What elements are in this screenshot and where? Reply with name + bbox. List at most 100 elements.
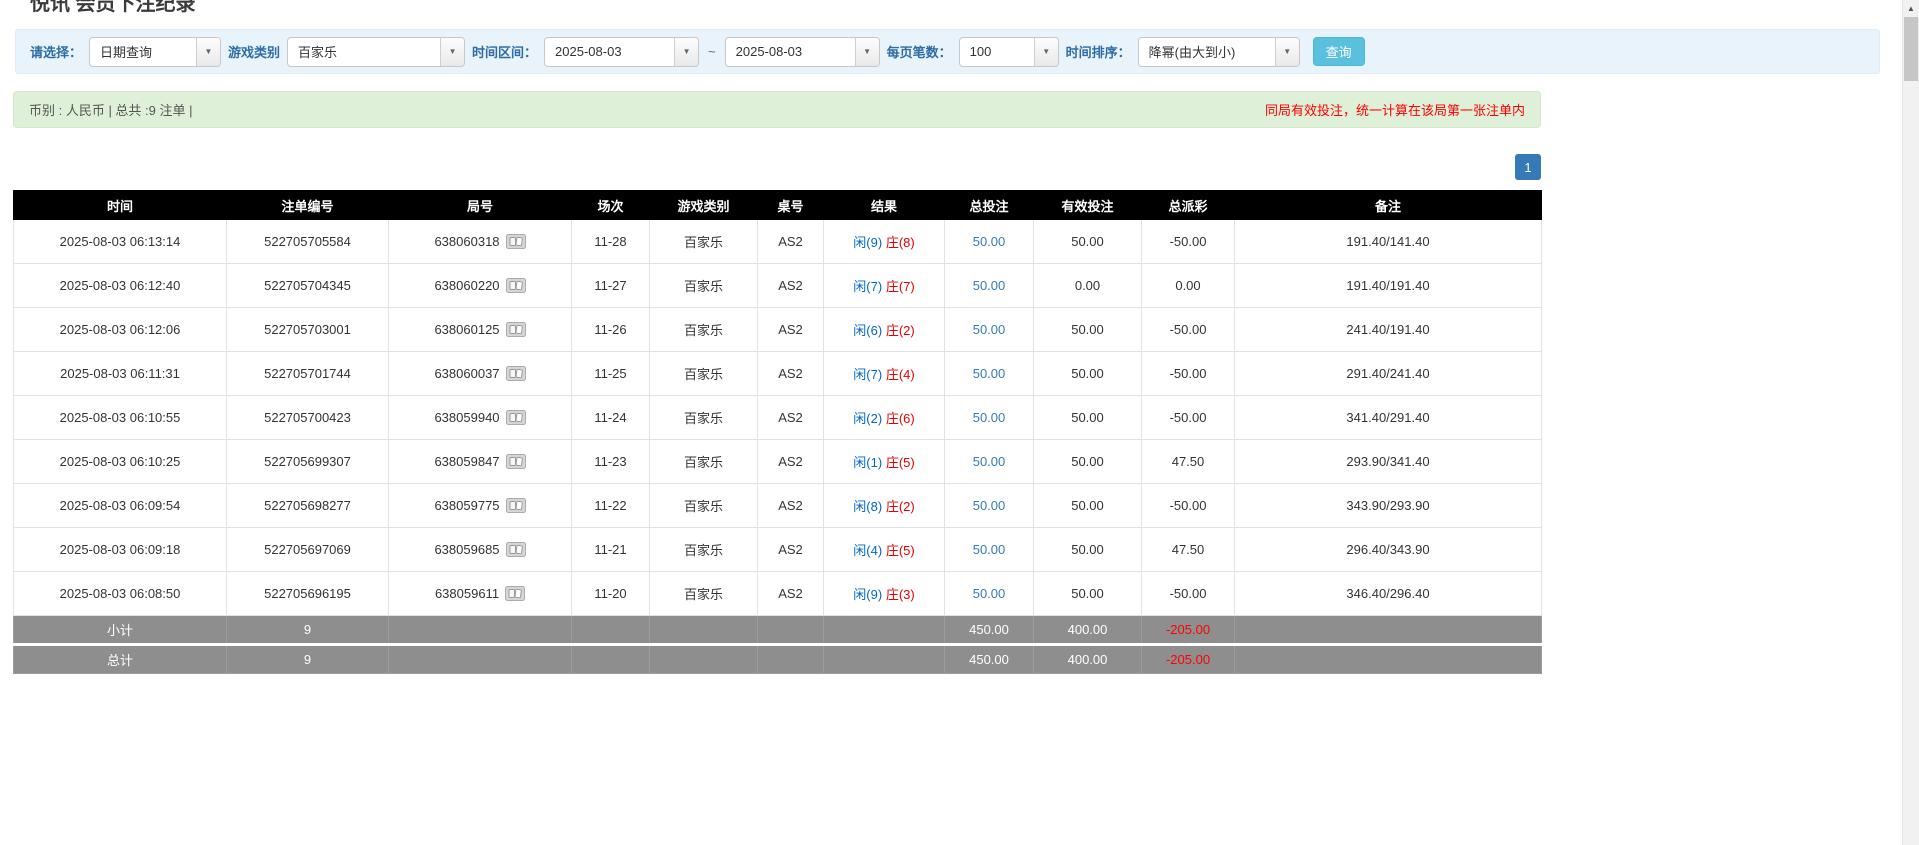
total-bet-link[interactable]: 50.00	[973, 410, 1006, 425]
cell-table-no: AS2	[757, 263, 824, 308]
table-row: 2025-08-03 06:12:40 522705704345 638060220…	[13, 263, 1542, 308]
cell-table-no: AS2	[757, 219, 824, 264]
total-bet-link[interactable]: 50.00	[973, 498, 1006, 513]
chevron-down-icon[interactable]: ▼	[440, 37, 465, 66]
cell-time: 2025-08-03 06:09:54	[13, 483, 227, 528]
round-number: 638060220	[434, 278, 500, 293]
cards-image-icon[interactable]	[505, 234, 526, 249]
total-bet-link[interactable]: 50.00	[973, 586, 1006, 601]
page-button-1[interactable]: 1	[1515, 154, 1541, 180]
cards-image-icon[interactable]	[505, 498, 526, 513]
query-button[interactable]: 查询	[1312, 37, 1365, 66]
cell-payout: 0.00	[1141, 263, 1235, 308]
cell-valid-bet: 50.00	[1033, 351, 1142, 396]
total-bet-link[interactable]: 50.00	[973, 322, 1006, 337]
cards-image-icon[interactable]	[505, 366, 526, 381]
chevron-down-icon[interactable]: ▼	[1274, 37, 1299, 66]
cell-session: 11-20	[571, 571, 650, 616]
per-page-label: 每页笔数：	[886, 45, 952, 60]
cell-bet-id: 522705703001	[226, 307, 389, 352]
result-banker: 庄(2)	[885, 323, 915, 338]
result-player: 闲(7)	[853, 367, 883, 382]
summary-bar: 币别 : 人民币 | 总共 :9 注单 | 同局有效投注，统一计算在该局第一张注…	[13, 91, 1541, 128]
round-number-wrap: 638060037	[434, 366, 526, 381]
footer-cell	[823, 643, 945, 674]
footer-cell	[571, 615, 650, 645]
select-type-label: 请选择：	[30, 45, 83, 60]
vertical-scrollbar[interactable]: ▲	[1902, 0, 1919, 845]
chevron-down-icon[interactable]: ▼	[1033, 37, 1058, 66]
records-table-head-row: 时间 注单编号 局号 场次 游戏类别 桌号 结果 总投注 有效投注 总派彩 备注	[13, 190, 1542, 220]
cell-bet-id: 522705700423	[226, 395, 389, 440]
total-bet-link[interactable]: 50.00	[973, 366, 1006, 381]
result-banker: 庄(7)	[885, 279, 915, 294]
table-row: 2025-08-03 06:08:50 522705696195 638059611…	[13, 571, 1542, 616]
cell-bet-id: 522705701744	[226, 351, 389, 396]
footer-cell	[571, 643, 650, 674]
round-number-wrap: 638060125	[434, 322, 526, 337]
result-player: 闲(8)	[853, 499, 883, 514]
cell-result: 闲(7) 庄(4)	[823, 351, 945, 396]
round-number: 638060318	[434, 234, 500, 249]
cards-image-icon[interactable]	[505, 586, 526, 601]
total-bet-link[interactable]: 50.00	[973, 278, 1006, 293]
cards-image-icon[interactable]	[505, 322, 526, 337]
cards-image-icon[interactable]	[505, 278, 526, 293]
cell-bet-id: 522705696195	[226, 571, 389, 616]
column-header: 场次	[571, 190, 650, 220]
cell-result: 闲(6) 庄(2)	[823, 307, 945, 352]
cards-image-icon[interactable]	[505, 542, 526, 557]
scroll-up-arrow-icon[interactable]: ▲	[1903, 0, 1919, 17]
table-row: 2025-08-03 06:10:55 522705700423 638059940…	[13, 395, 1542, 440]
cell-time: 2025-08-03 06:09:18	[13, 527, 227, 572]
cell-game-type: 百家乐	[649, 439, 758, 484]
main-content: 币别 : 人民币 | 总共 :9 注单 | 同局有效投注，统一计算在该局第一张注…	[13, 91, 1542, 674]
result-banker: 庄(2)	[885, 499, 915, 514]
currency-total-summary: 币别 : 人民币 | 总共 :9 注单 |	[29, 103, 193, 118]
time-sort-dropdown[interactable]: 降幂(由大到小) ▼	[1137, 36, 1300, 67]
cell-session: 11-25	[571, 351, 650, 396]
chevron-down-icon[interactable]: ▼	[196, 37, 221, 66]
cell-total-bet: 50.00	[944, 439, 1034, 484]
cell-result: 闲(7) 庄(7)	[823, 263, 945, 308]
game-category-dropdown[interactable]: 百家乐 ▼	[287, 36, 466, 67]
cell-round: 638059685	[388, 527, 572, 572]
date-to-dropdown[interactable]: 2025-08-03 ▼	[724, 36, 880, 67]
footer-cell	[388, 615, 572, 645]
cell-session: 11-24	[571, 395, 650, 440]
chevron-down-icon[interactable]: ▼	[674, 37, 699, 66]
footer-cell: 450.00	[944, 615, 1034, 645]
scrollbar-thumb[interactable]	[1904, 17, 1918, 81]
cards-image-icon[interactable]	[505, 410, 526, 425]
cell-result: 闲(9) 庄(3)	[823, 571, 945, 616]
round-number: 638060125	[434, 322, 500, 337]
result-player: 闲(9)	[853, 587, 883, 602]
cell-game-type: 百家乐	[649, 527, 758, 572]
round-number: 638059847	[434, 454, 500, 469]
total-bet-link[interactable]: 50.00	[973, 234, 1006, 249]
total-bet-link[interactable]: 50.00	[973, 454, 1006, 469]
total-bet-link[interactable]: 50.00	[973, 542, 1006, 557]
betting-records-page: 悦讯 会员下注纪录 请选择： 日期查询 ▼ 游戏类别 百家乐 ▼ 时间区间： 2…	[0, 0, 1919, 845]
footer-cell	[1234, 615, 1542, 645]
date-from-dropdown[interactable]: 2025-08-03 ▼	[544, 36, 700, 67]
cell-session: 11-21	[571, 527, 650, 572]
cell-total-bet: 50.00	[944, 263, 1034, 308]
cell-table-no: AS2	[757, 307, 824, 352]
cell-total-bet: 50.00	[944, 527, 1034, 572]
cell-total-bet: 50.00	[944, 351, 1034, 396]
cell-payout: -50.00	[1141, 307, 1235, 352]
pagination: 1	[13, 154, 1541, 180]
cards-image-icon[interactable]	[505, 454, 526, 469]
cell-total-bet: 50.00	[944, 395, 1034, 440]
cell-game-type: 百家乐	[649, 219, 758, 264]
column-header: 注单编号	[226, 190, 389, 220]
cell-time: 2025-08-03 06:12:06	[13, 307, 227, 352]
chevron-down-icon[interactable]: ▼	[854, 37, 879, 66]
result-banker: 庄(6)	[885, 411, 915, 426]
records-table: 时间 注单编号 局号 场次 游戏类别 桌号 结果 总投注 有效投注 总派彩 备注 2025-08-0…	[13, 190, 1542, 674]
per-page-dropdown[interactable]: 100 ▼	[958, 36, 1059, 67]
query-type-dropdown[interactable]: 日期查询 ▼	[89, 36, 222, 67]
valid-bet-note: 同局有效投注，统一计算在该局第一张注单内	[1264, 103, 1525, 118]
footer-cell: 400.00	[1033, 615, 1142, 645]
